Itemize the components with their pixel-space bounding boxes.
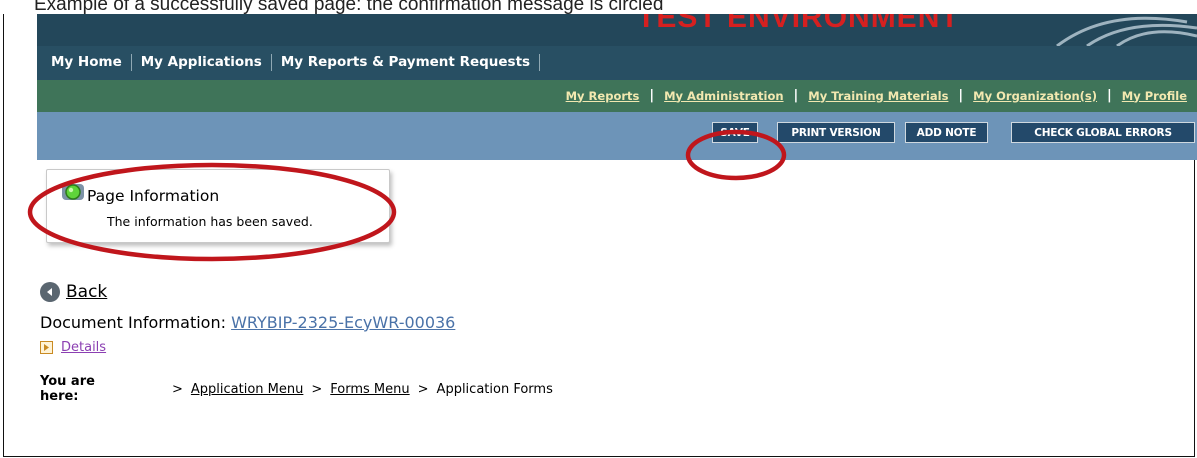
- primary-nav: My Home My Applications My Reports & Pay…: [37, 46, 1197, 80]
- nav-my-reports[interactable]: My Reports: [566, 89, 640, 103]
- check-global-errors-button[interactable]: CHECK GLOBAL ERRORS: [1011, 122, 1195, 143]
- environment-banner: TEST ENVIRONMENT: [37, 14, 1197, 46]
- breadcrumb-current: Application Forms: [436, 382, 553, 397]
- nav-my-administration[interactable]: My Administration: [664, 89, 783, 103]
- breadcrumb-separator: >: [311, 382, 323, 397]
- breadcrumb-separator: >: [172, 382, 183, 397]
- nav-separator: |: [1107, 88, 1112, 103]
- back-link-row: Back: [40, 282, 107, 302]
- back-link[interactable]: Back: [66, 282, 107, 302]
- environment-banner-text: TEST ENVIRONMENT: [637, 14, 960, 34]
- document-information: Document Information: WRYBIP-2325-EcyWR-…: [40, 313, 455, 332]
- nav-my-organizations[interactable]: My Organization(s): [973, 89, 1097, 103]
- document-information-label: Document Information:: [40, 313, 232, 332]
- action-toolbar: SAVE PRINT VERSION ADD NOTE CHECK GLOBAL…: [37, 112, 1197, 160]
- logo-swoosh-icon: [1056, 16, 1197, 46]
- print-version-button[interactable]: PRINT VERSION: [777, 122, 895, 143]
- details-link[interactable]: Details: [61, 340, 106, 355]
- nav-my-profile[interactable]: My Profile: [1122, 89, 1187, 103]
- nav-my-training-materials[interactable]: My Training Materials: [808, 89, 948, 103]
- back-arrow-icon[interactable]: [40, 282, 60, 302]
- nav-separator: |: [649, 88, 655, 103]
- breadcrumb-application-menu[interactable]: Application Menu: [191, 382, 303, 397]
- breadcrumb: > Application Menu > Forms Menu > Applic…: [172, 382, 553, 397]
- details-row: Details: [40, 340, 106, 355]
- expand-arrow-icon[interactable]: [40, 341, 53, 354]
- highlight-circle-save: [685, 129, 787, 181]
- nav-my-reports-payment-requests[interactable]: My Reports & Payment Requests: [272, 54, 541, 71]
- nav-my-home[interactable]: My Home: [37, 54, 132, 71]
- nav-separator: |: [958, 88, 964, 103]
- you-are-here-label: You are here:: [40, 374, 95, 404]
- document-id-link[interactable]: WRYBIP-2325-EcyWR-00036: [231, 313, 455, 332]
- highlight-circle-info: [27, 162, 397, 262]
- add-note-button[interactable]: ADD NOTE: [905, 122, 988, 143]
- breadcrumb-forms-menu[interactable]: Forms Menu: [330, 382, 409, 397]
- breadcrumb-separator: >: [417, 382, 429, 397]
- nav-my-applications[interactable]: My Applications: [132, 54, 272, 71]
- secondary-nav: My Reports | My Administration | My Trai…: [37, 80, 1197, 112]
- nav-separator: |: [793, 88, 799, 103]
